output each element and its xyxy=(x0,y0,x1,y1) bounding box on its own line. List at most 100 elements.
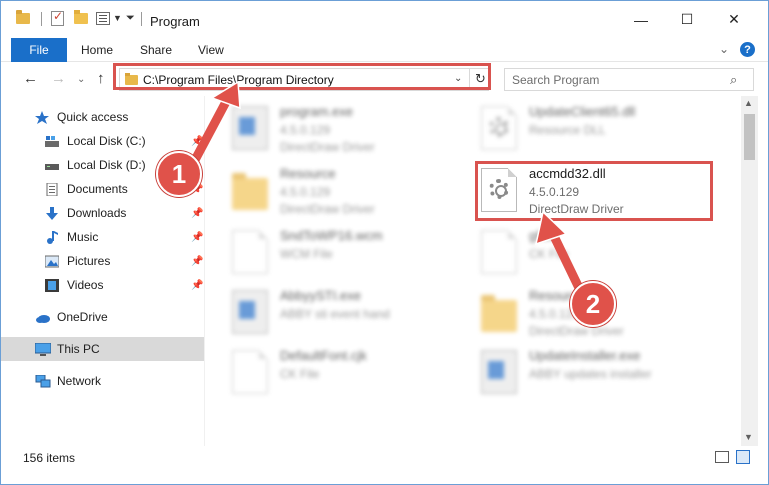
pin-icon[interactable]: 📌 xyxy=(191,208,203,219)
sidebar-item-label: Network xyxy=(57,374,102,388)
properties-check-icon[interactable] xyxy=(51,9,64,26)
file-type: DirectDraw Driver xyxy=(280,140,375,154)
sidebar-item-network[interactable]: Network xyxy=(35,370,101,392)
file-item[interactable]: DefaultFont.cjk CK File xyxy=(232,346,482,406)
file-item[interactable]: UpdateInstaller.exe ABBY updates install… xyxy=(481,346,731,406)
callout-badge-1: 1 xyxy=(156,151,202,197)
sidebar-item-pictures[interactable]: Pictures xyxy=(44,250,111,272)
file-version: 4.5.0.129 xyxy=(280,185,331,199)
file-name: glide xyxy=(529,228,557,243)
pin-icon[interactable]: 📌 xyxy=(191,280,203,291)
music-icon xyxy=(45,230,59,244)
details-view-icon[interactable] xyxy=(715,451,729,463)
file-item[interactable]: AbbyySTI.exe ABBY sti event hand xyxy=(232,286,482,346)
downloads-icon xyxy=(45,206,59,220)
tab-share[interactable]: Share xyxy=(140,38,172,62)
file-version: Resource DLL xyxy=(529,123,606,137)
search-input[interactable]: Search Program ⌕ xyxy=(504,68,754,91)
close-button[interactable]: ✕ xyxy=(711,1,757,38)
tab-home[interactable]: Home xyxy=(81,38,113,62)
scroll-up-icon[interactable]: ▲ xyxy=(744,98,753,108)
search-icon[interactable]: ⌕ xyxy=(730,72,737,88)
sidebar-item-label: Videos xyxy=(67,278,104,292)
pin-icon[interactable]: 📌 xyxy=(191,136,203,147)
file-type: DirectDraw Driver xyxy=(529,324,624,338)
sidebar-item-local-disk-c[interactable]: Local Disk (C:) xyxy=(45,130,146,152)
sidebar-item-label: This PC xyxy=(57,342,100,356)
file-name: SndToWP16.wcm xyxy=(280,228,383,243)
file-version: ABBY sti event hand xyxy=(280,307,390,321)
file-list: program.exe 4.5.0.129 DirectDraw Driver … xyxy=(205,96,741,446)
cloud-icon xyxy=(35,311,50,324)
exe-icon xyxy=(481,350,517,394)
window-title: Program xyxy=(150,14,200,29)
file-name: UpdateClient65.dll xyxy=(529,104,636,119)
sidebar-item-label: Pictures xyxy=(67,254,111,268)
view-options-icon[interactable] xyxy=(96,12,110,25)
pin-icon[interactable]: 📌 xyxy=(191,232,203,243)
folder-icon xyxy=(232,173,268,210)
maximize-button[interactable]: ☐ xyxy=(664,1,710,38)
folder-icon xyxy=(481,295,517,332)
file-item[interactable]: program.exe 4.5.0.129 DirectDraw Driver xyxy=(232,102,482,162)
minimize-button[interactable]: — xyxy=(618,1,664,38)
star-icon xyxy=(35,110,49,124)
back-arrow-icon[interactable]: ← xyxy=(23,70,38,87)
forward-arrow-icon[interactable]: → xyxy=(51,70,66,87)
sidebar-item-videos[interactable]: Videos xyxy=(45,274,103,296)
scroll-down-icon[interactable]: ▼ xyxy=(744,432,753,442)
tab-view[interactable]: View xyxy=(198,38,224,62)
new-folder-icon[interactable] xyxy=(74,10,88,24)
sidebar-item-music[interactable]: Music xyxy=(45,226,98,248)
up-arrow-icon[interactable]: ↑ xyxy=(97,70,105,87)
pictures-icon xyxy=(44,255,60,268)
exe-icon xyxy=(232,290,268,334)
file-version: 4.5.0.129 xyxy=(280,123,331,137)
file-name: AbbyySTI.exe xyxy=(280,288,361,303)
recent-locations-icon[interactable]: ⌄ xyxy=(77,74,85,85)
scrollbar-thumb[interactable] xyxy=(744,114,755,160)
sidebar-item-quick-access[interactable]: Quick access xyxy=(35,106,128,128)
customize-toolbar-icon[interactable]: ⏷ xyxy=(126,12,135,25)
sidebar-item-label: Documents xyxy=(67,182,128,196)
vertical-scrollbar[interactable]: ▲ ▼ xyxy=(741,96,758,446)
sidebar-item-downloads[interactable]: Downloads xyxy=(45,202,126,224)
sidebar-item-onedrive[interactable]: OneDrive xyxy=(35,306,108,328)
file-version: ABBY updates installer xyxy=(529,367,652,381)
tiles-view-icon[interactable] xyxy=(736,450,750,464)
file-item[interactable]: UpdateClient65.dll Resource DLL xyxy=(481,102,731,162)
sidebar-item-documents[interactable]: Documents xyxy=(45,178,128,200)
pin-icon[interactable]: 📌 xyxy=(191,256,203,267)
document-icon xyxy=(232,230,268,274)
dll-gear-icon xyxy=(481,106,517,150)
folder-icon xyxy=(16,10,30,24)
status-bar: 156 items xyxy=(1,446,768,468)
file-item[interactable]: SndToWP16.wcm WCM File xyxy=(232,226,482,286)
help-icon[interactable]: ? xyxy=(740,42,755,57)
sidebar-item-label: Local Disk (D:) xyxy=(67,158,146,172)
file-name: DefaultFont.cjk xyxy=(280,348,367,363)
file-version: CK File xyxy=(280,367,320,381)
file-name: program.exe xyxy=(280,104,353,119)
drive-icon xyxy=(45,159,59,172)
address-bar-highlight xyxy=(113,63,491,90)
documents-icon xyxy=(45,182,59,196)
sidebar-item-this-pc[interactable]: This PC xyxy=(34,338,100,360)
file-item[interactable]: Resource 4.5.0.129 DirectDraw Driver xyxy=(232,164,482,224)
selection-highlight xyxy=(1,337,204,361)
sidebar-item-local-disk-d[interactable]: Local Disk (D:) xyxy=(45,154,146,176)
document-icon xyxy=(481,230,517,274)
file-highlight xyxy=(475,161,713,221)
exe-icon xyxy=(232,106,268,150)
expand-ribbon-icon[interactable]: ⌄ xyxy=(719,42,729,56)
sidebar-item-label: Quick access xyxy=(57,110,129,124)
ribbon: File Home Share View ⌄ ? xyxy=(1,38,768,62)
callout-badge-2: 2 xyxy=(570,281,616,327)
file-version: CK File xyxy=(529,247,569,261)
computer-icon xyxy=(34,342,52,356)
file-name: Resource xyxy=(280,166,336,181)
tab-file[interactable]: File xyxy=(11,38,67,62)
file-item[interactable]: glide CK File xyxy=(481,226,731,286)
chevron-down-icon[interactable]: ▼ xyxy=(113,13,122,23)
sidebar-item-label: OneDrive xyxy=(57,310,108,324)
